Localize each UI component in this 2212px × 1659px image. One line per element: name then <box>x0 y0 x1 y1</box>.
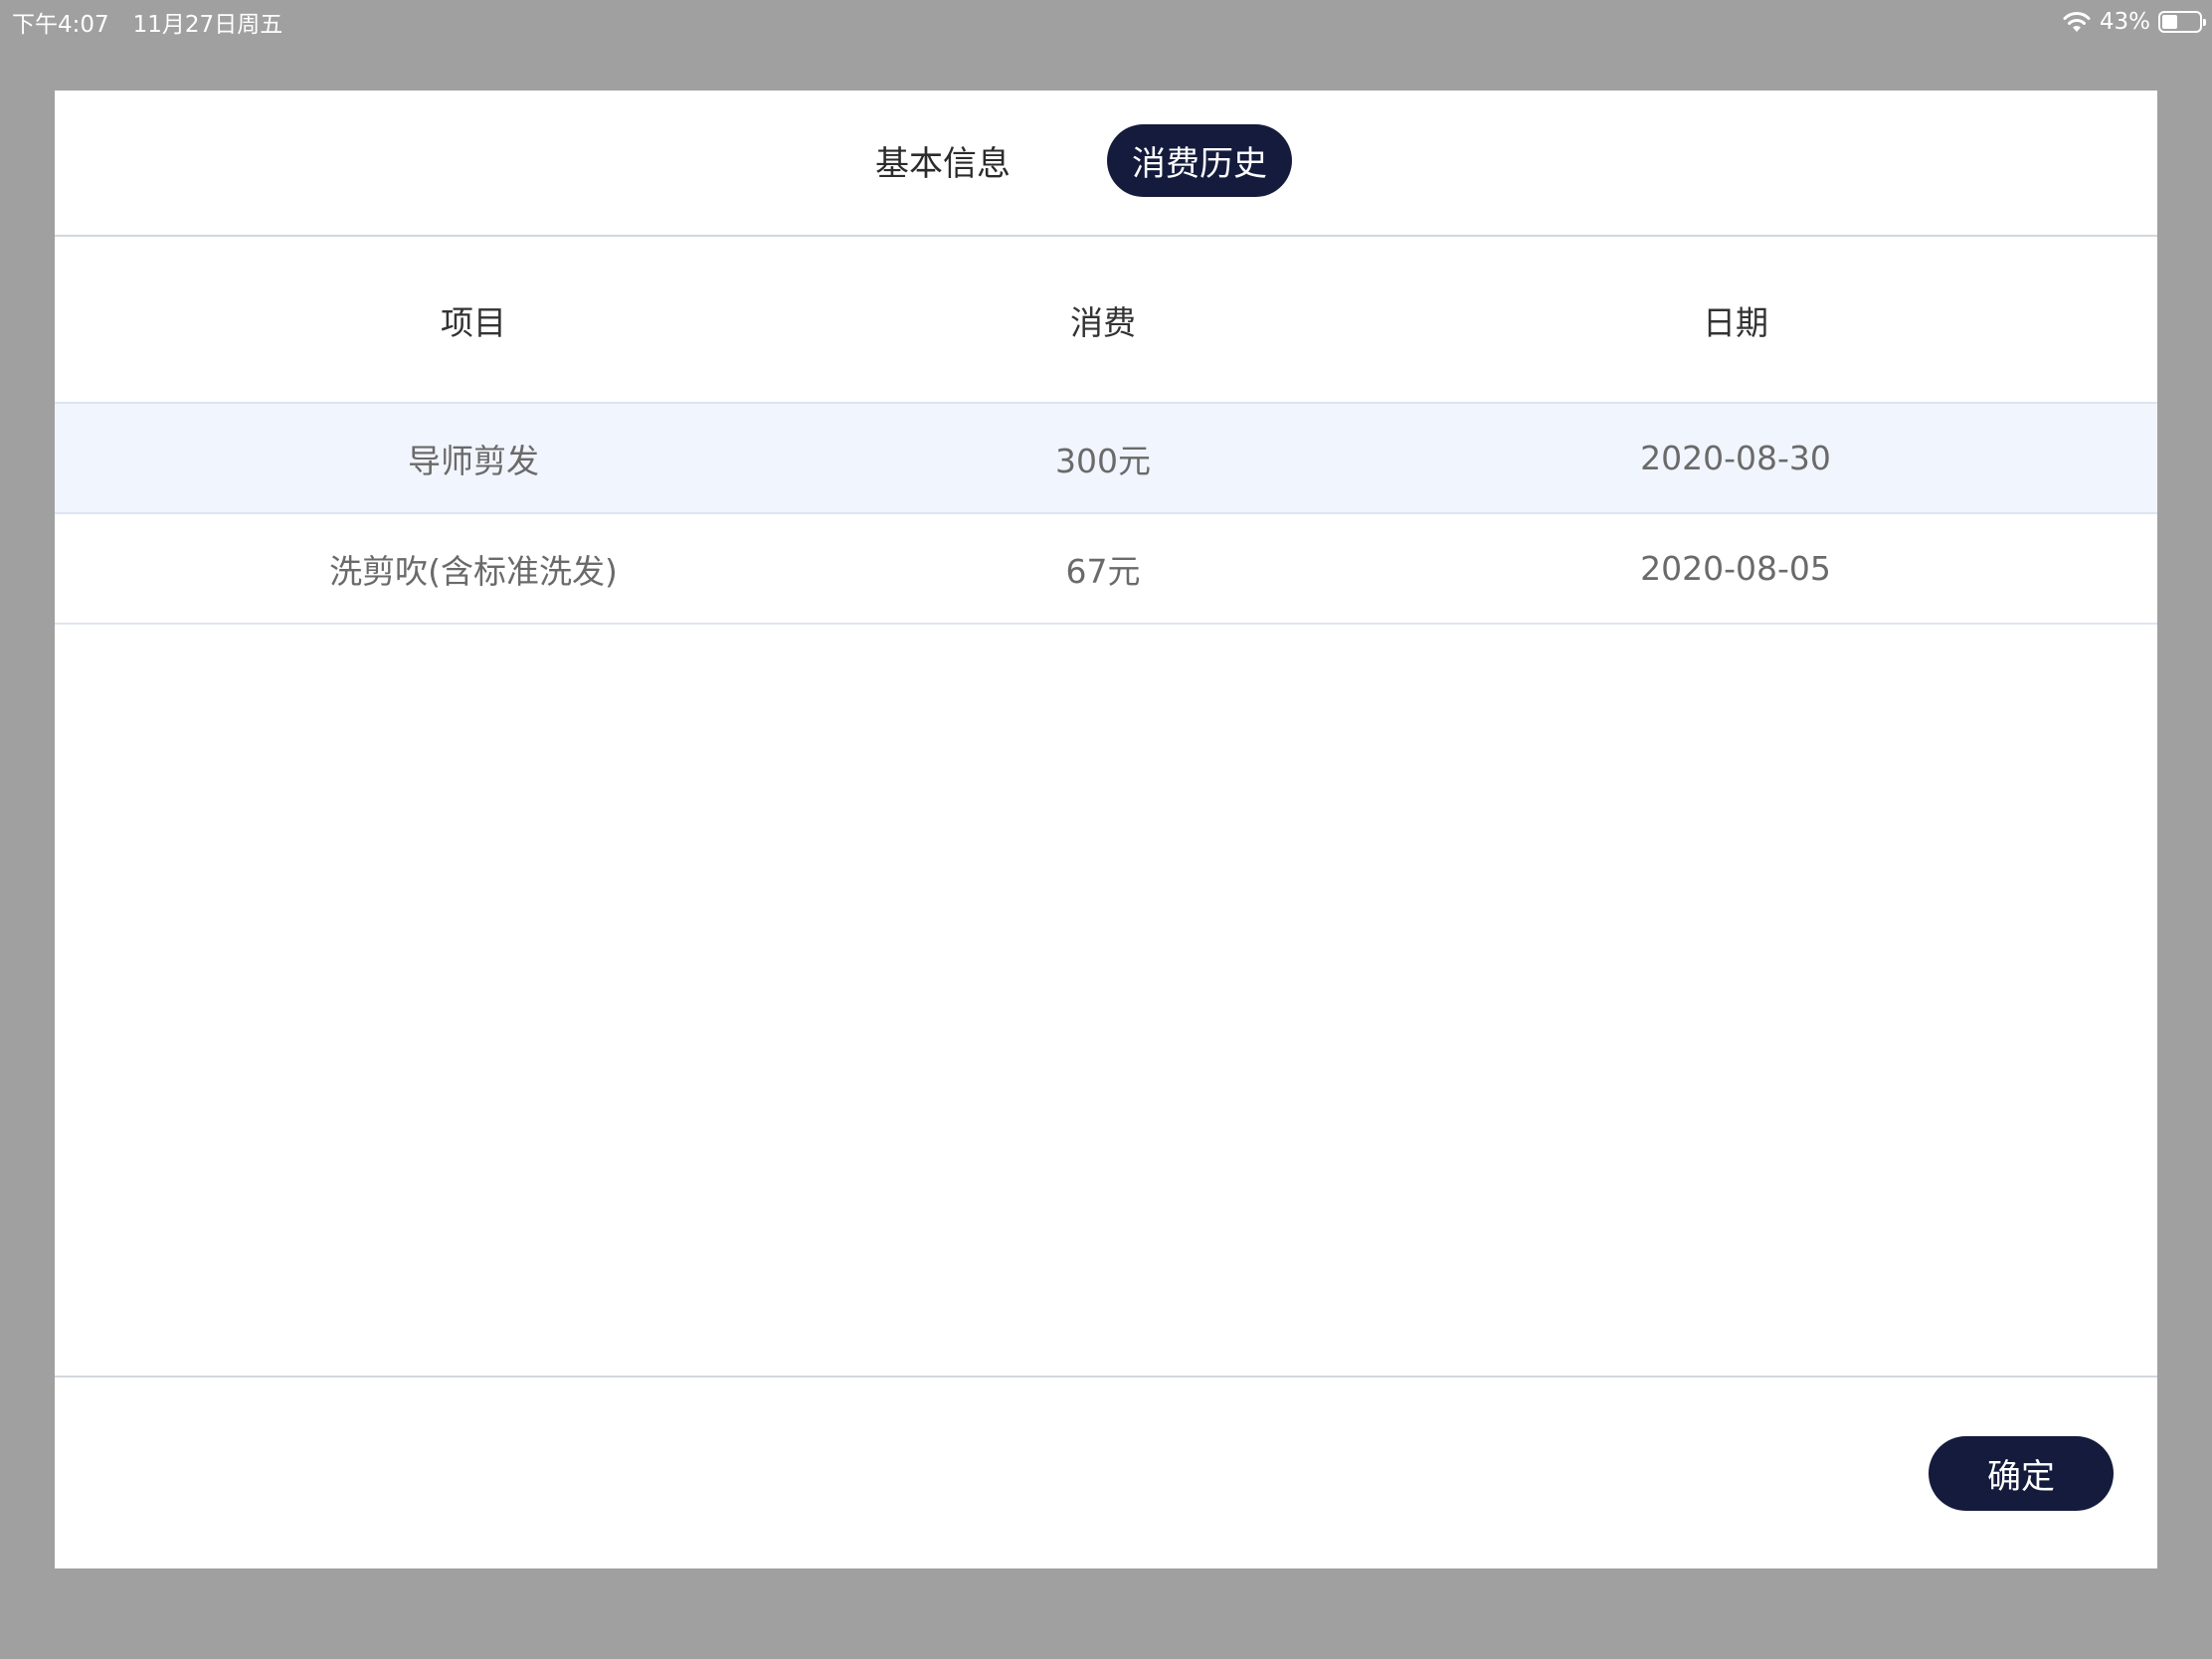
cell-item: 洗剪吹(含标准洗发) <box>329 551 618 591</box>
cell-cost: 300元 <box>1055 441 1151 480</box>
table-row[interactable]: 导师剪发 300元 2020-08-30 <box>55 404 2157 514</box>
cell-date: 2020-08-30 <box>1640 439 1831 477</box>
screen: 下午4:07 11月27日周五 43% 基本信息 消费历史 项目 消费 日期 导… <box>0 0 2212 1659</box>
status-bar-right: 43% <box>2062 2 2206 42</box>
column-header-date: 日期 <box>1703 303 1768 342</box>
battery-percent: 43% <box>2099 9 2150 35</box>
cell-cost: 67元 <box>1065 551 1141 591</box>
tab-bar: 基本信息 消费历史 <box>55 91 2157 237</box>
customer-dialog: 基本信息 消费历史 项目 消费 日期 导师剪发 300元 2020-08-30 … <box>55 91 2157 1568</box>
column-header-item: 项目 <box>441 303 506 342</box>
status-time: 下午4:07 <box>12 12 109 38</box>
status-date: 11月27日周五 <box>132 12 283 38</box>
cell-date: 2020-08-05 <box>1640 549 1831 588</box>
tab-basic-info[interactable]: 基本信息 <box>850 124 1035 197</box>
status-bar-left: 下午4:07 11月27日周五 <box>12 2 282 42</box>
consumption-table: 项目 消费 日期 导师剪发 300元 2020-08-30 洗剪吹(含标准洗发)… <box>55 239 2157 625</box>
battery-nub <box>2203 19 2206 26</box>
battery-icon <box>2158 11 2206 33</box>
cell-item: 导师剪发 <box>408 441 539 480</box>
battery-level-fill <box>2162 15 2177 29</box>
column-header-cost: 消费 <box>1070 303 1136 342</box>
confirm-button[interactable]: 确定 <box>1929 1436 2114 1511</box>
table-row[interactable]: 洗剪吹(含标准洗发) 67元 2020-08-05 <box>55 514 2157 625</box>
wifi-icon <box>2062 10 2092 34</box>
tab-consumption-history[interactable]: 消费历史 <box>1107 124 1292 197</box>
dialog-footer: 确定 <box>55 1376 2157 1568</box>
table-header-row: 项目 消费 日期 <box>55 239 2157 404</box>
